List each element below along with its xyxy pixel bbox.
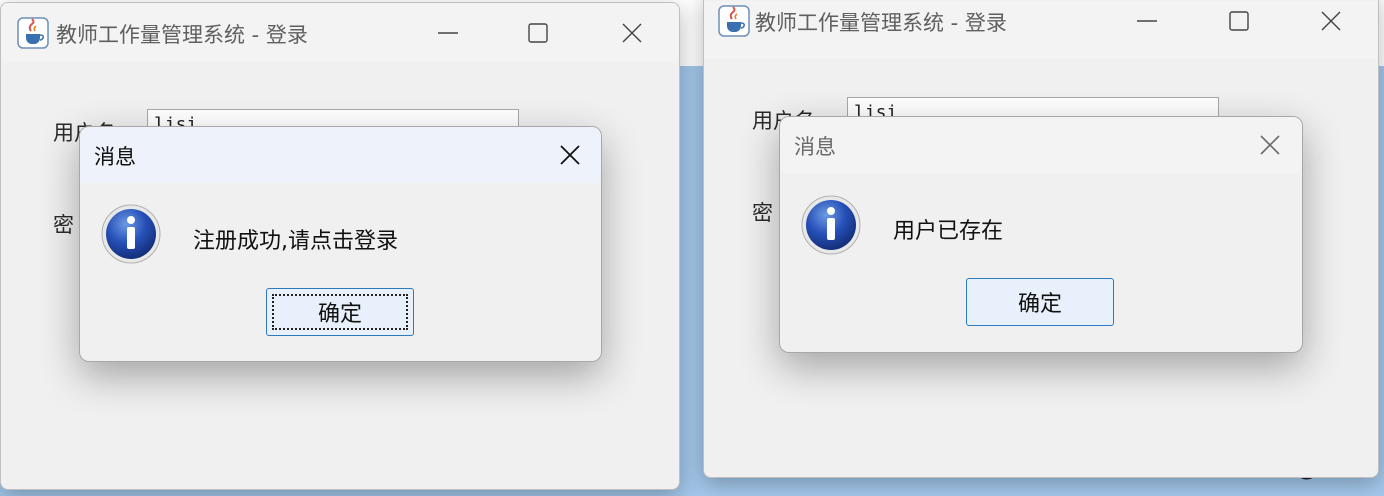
java-cup-icon (17, 17, 49, 49)
window-title: 教师工作量管理系统 - 登录 (56, 23, 308, 47)
maximize-button[interactable] (515, 13, 561, 53)
java-cup-icon (718, 5, 750, 37)
dialog-titlebar[interactable]: 消息 (80, 127, 601, 183)
dialog-close-button[interactable] (1248, 125, 1292, 165)
close-icon (1260, 135, 1280, 155)
minimize-button[interactable] (425, 13, 471, 53)
maximize-button[interactable] (1216, 1, 1262, 41)
close-icon (1321, 11, 1341, 31)
message-dialog-left: 消息 注册成功,请点击登录 确定 (79, 126, 602, 362)
close-button[interactable] (1308, 1, 1354, 41)
focus-ring (272, 294, 408, 330)
desktop-gap (676, 0, 706, 66)
dialog-message: 用户已存在 (893, 219, 1004, 244)
message-dialog-right: 消息 用户已存在 确定 (779, 116, 1303, 353)
minimize-icon (438, 32, 458, 34)
maximize-icon (528, 23, 548, 43)
close-icon (622, 23, 642, 43)
dialog-message: 注册成功,请点击登录 (193, 229, 398, 254)
window-titlebar[interactable]: 教师工作量管理系统 - 登录 (1, 3, 679, 61)
window-title: 教师工作量管理系统 - 登录 (755, 11, 1007, 35)
minimize-button[interactable] (1124, 1, 1170, 41)
minimize-icon (1137, 20, 1157, 22)
password-label: 密 (53, 213, 74, 237)
information-icon (801, 195, 861, 255)
ok-button[interactable]: 确定 (966, 278, 1114, 326)
dialog-close-button[interactable] (548, 135, 592, 175)
close-button[interactable] (609, 13, 655, 53)
ok-button[interactable]: 确定 (266, 288, 414, 336)
dialog-title: 消息 (794, 135, 836, 159)
ok-button-label: 确定 (1017, 292, 1062, 317)
window-titlebar[interactable]: 教师工作量管理系统 - 登录 (704, 1, 1378, 59)
dialog-title: 消息 (94, 145, 136, 169)
close-icon (560, 145, 580, 165)
maximize-icon (1229, 11, 1249, 31)
password-label: 密 (752, 201, 773, 225)
information-icon (101, 204, 161, 264)
dialog-titlebar[interactable]: 消息 (780, 117, 1302, 173)
